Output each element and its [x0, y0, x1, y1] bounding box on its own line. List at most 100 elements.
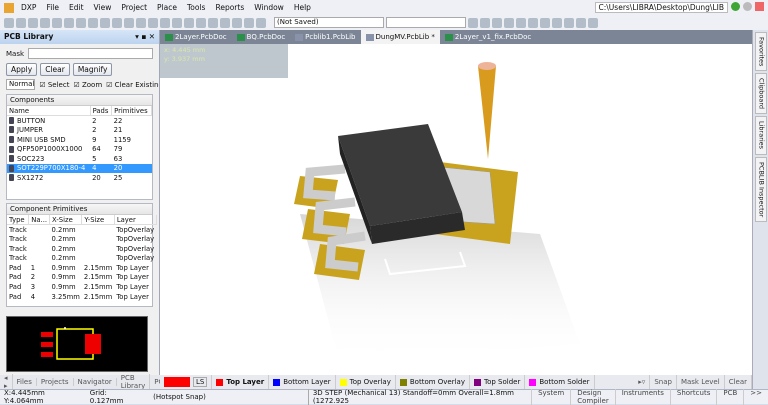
menu-view[interactable]: View [89, 3, 117, 12]
mode-select[interactable]: Normal [6, 79, 36, 90]
deselect-icon[interactable] [220, 17, 230, 28]
column-header[interactable]: Layer [114, 215, 157, 226]
tab-projects[interactable]: Projects [37, 378, 74, 386]
copy-icon[interactable] [160, 17, 170, 28]
fill-icon[interactable] [576, 17, 586, 28]
menu-tools[interactable]: Tools [182, 3, 210, 12]
board-icon[interactable] [76, 17, 86, 28]
panel-controls[interactable]: ▾ ▪ ✕ [135, 30, 155, 44]
back-icon[interactable] [731, 2, 740, 11]
doc-tab[interactable]: 2Layer_v1_fix.PcbDoc [440, 30, 536, 44]
table-row[interactable]: Pad 3 0.9mm 2.15mm Top Layer [7, 282, 156, 292]
table-row[interactable]: Track 0.2mm TopOverlay [7, 225, 156, 235]
arc-any-icon[interactable] [552, 17, 562, 28]
table-row[interactable]: Track 0.2mm TopOverlay [7, 234, 156, 244]
status-button[interactable]: Shortcuts [669, 389, 716, 405]
forward-icon[interactable] [743, 2, 752, 11]
preview-icon[interactable] [52, 17, 62, 28]
line-icon[interactable] [468, 17, 478, 28]
zoom-out-icon[interactable] [112, 17, 122, 28]
save-state-combo[interactable]: (Not Saved) [274, 17, 384, 28]
circle-icon[interactable] [564, 17, 574, 28]
paste-icon[interactable] [172, 17, 182, 28]
tabs-scroll[interactable]: ◂ ▸ [0, 374, 13, 390]
footprint-preview[interactable] [6, 316, 148, 372]
menu-file[interactable]: File [41, 3, 64, 12]
current-layer[interactable]: LS [160, 375, 213, 389]
tab-pcb-library[interactable]: PCB Library [117, 374, 151, 390]
doc-tab[interactable]: DungMV.PcbLib * [360, 30, 440, 44]
zoom-in-icon[interactable] [100, 17, 110, 28]
coordinate-icon[interactable] [516, 17, 526, 28]
select-checkbox[interactable]: ☑ Select [39, 81, 69, 89]
column-header[interactable]: X-Size [49, 215, 83, 226]
undo-icon[interactable] [232, 17, 242, 28]
menu-edit[interactable]: Edit [64, 3, 89, 12]
pad-icon[interactable] [480, 17, 490, 28]
cut-icon[interactable] [148, 17, 158, 28]
table-row[interactable]: Pad 2 0.9mm 2.15mm Top Layer [7, 273, 156, 283]
print-icon[interactable] [40, 17, 50, 28]
via-icon[interactable] [492, 17, 502, 28]
magnify-button[interactable]: Magnify [72, 63, 113, 76]
open-icon[interactable] [16, 17, 26, 28]
doc-tab[interactable]: 2Layer.PcbDoc [160, 30, 232, 44]
column-header[interactable]: Primitives [111, 106, 152, 117]
table-row[interactable]: Pad 4 3.25mm 2.15mm Top Layer [7, 292, 156, 302]
layer-tab[interactable]: Bottom Layer [269, 375, 336, 389]
layer-tab[interactable]: Bottom Solder [525, 375, 595, 389]
clear-mask-button[interactable]: Clear [725, 375, 752, 389]
save-icon[interactable] [28, 17, 38, 28]
menu-place[interactable]: Place [152, 3, 182, 12]
tab-pcblib-inspector[interactable]: PCBLIB Inspector [754, 156, 767, 222]
table-row[interactable]: QFP50P1000X1000 64 79 [7, 144, 152, 154]
column-header[interactable]: Y-Size [81, 215, 115, 226]
array-icon[interactable] [588, 17, 598, 28]
table-row[interactable]: SOC223 5 63 [7, 154, 152, 164]
tab-libraries[interactable]: Libraries [754, 116, 767, 155]
zoom-area-icon[interactable] [136, 17, 146, 28]
folder-icon[interactable] [88, 17, 98, 28]
table-row[interactable]: MINI USB SMD 9 1159 [7, 135, 152, 145]
table-row[interactable]: Pad 1 0.9mm 2.15mm Top Layer [7, 263, 156, 273]
status-button[interactable]: >> [743, 389, 768, 405]
home-icon[interactable] [755, 2, 764, 11]
mask-input[interactable] [28, 48, 153, 59]
layer-tab[interactable]: Top Overlay [336, 375, 396, 389]
menu-help[interactable]: Help [289, 3, 316, 12]
tab-files[interactable]: Files [13, 378, 37, 386]
doc-tab[interactable]: Pcblib1.PcbLib [290, 30, 360, 44]
column-header[interactable]: Pads [90, 106, 113, 117]
redo-icon[interactable] [244, 17, 254, 28]
status-button[interactable]: Design Compiler [570, 389, 615, 405]
rubber-stamp-icon[interactable] [184, 17, 194, 28]
menu-dxp[interactable]: DXP [16, 3, 41, 12]
tab-clipboard[interactable]: Clipboard [754, 73, 767, 115]
table-row[interactable]: Track 0.2mm TopOverlay [7, 253, 156, 263]
arc-icon[interactable] [528, 17, 538, 28]
layers-icon[interactable] [64, 17, 74, 28]
status-button[interactable]: PCB [716, 389, 743, 405]
apply-button[interactable]: Apply [6, 63, 38, 76]
clear-button[interactable]: Clear [40, 63, 70, 76]
variant-combo[interactable] [386, 17, 466, 28]
tab-favorites[interactable]: Favorites [754, 32, 767, 72]
clear-existing-checkbox[interactable]: ☑ Clear Existing [106, 81, 159, 89]
status-button[interactable]: Instruments [614, 389, 670, 405]
zoom-fit-icon[interactable] [124, 17, 134, 28]
table-row[interactable]: SOT229P700X180-4 4 20 [7, 163, 152, 174]
table-row[interactable]: BUTTON 2 22 [7, 116, 152, 126]
menu-window[interactable]: Window [249, 3, 289, 12]
layer-tab[interactable]: Top Layer [212, 375, 270, 389]
arc-edge-icon[interactable] [540, 17, 550, 28]
table-row[interactable]: Track 0.2mm TopOverlay [7, 244, 156, 254]
move-icon[interactable] [208, 17, 218, 28]
tab-navigator[interactable]: Navigator [74, 378, 117, 386]
path-combo[interactable]: C:\Users\LIBRA\Desktop\Dung\LIB [594, 2, 728, 13]
status-button[interactable]: System [531, 389, 570, 405]
column-header[interactable]: Name [7, 106, 91, 117]
grid-icon[interactable] [256, 17, 266, 28]
table-row[interactable]: JUMPER 2 21 [7, 125, 152, 135]
new-icon[interactable] [4, 17, 14, 28]
column-header[interactable]: Na... [28, 215, 51, 226]
